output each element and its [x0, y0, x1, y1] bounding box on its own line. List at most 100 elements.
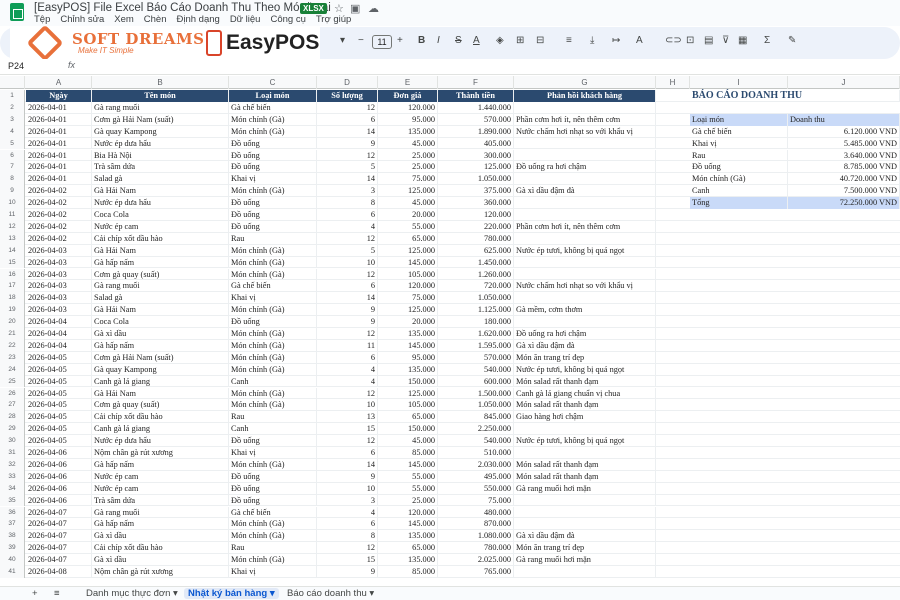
data-cell[interactable]: Đồ uống [229, 435, 317, 447]
data-cell[interactable]: Cơm gà quay (suất) [92, 268, 229, 281]
data-cell[interactable]: Gà chế biến [229, 280, 317, 293]
data-cell[interactable]: 95.000 [378, 113, 438, 126]
report-category[interactable]: Món chính (Gà) [690, 173, 788, 186]
data-cell[interactable]: Gà xì dầu đậm đà [514, 339, 656, 352]
data-cell[interactable]: 120.000 [378, 280, 438, 293]
menu-item[interactable]: Chỉnh sửa [60, 14, 104, 25]
row-number[interactable]: 15 [0, 256, 25, 269]
data-cell[interactable]: Canh [229, 423, 317, 436]
row-number[interactable]: 28 [0, 411, 25, 424]
data-cell[interactable]: 5 [317, 244, 378, 257]
data-cell[interactable]: 145.000 [378, 458, 438, 471]
data-cell[interactable]: 1.620.000 [438, 328, 514, 340]
data-cell[interactable]: Canh [229, 375, 317, 388]
data-cell[interactable]: Nộm chân gà rút xương [92, 447, 229, 459]
data-cell[interactable]: Gà Hải Nam [92, 185, 229, 198]
data-cell[interactable]: 12 [317, 328, 378, 340]
menu-item[interactable]: Định dạng [177, 14, 220, 25]
row-number[interactable]: 16 [0, 268, 25, 281]
data-cell[interactable]: 12 [317, 387, 378, 400]
data-cell[interactable]: 2026-04-02 [26, 185, 92, 198]
data-cell[interactable]: Trà sâm dứa [92, 494, 229, 507]
row-number[interactable]: 38 [0, 530, 25, 543]
column-header-j[interactable]: J [788, 76, 900, 89]
data-cell[interactable]: Gà rang muối [92, 101, 229, 114]
menu-item[interactable]: Công cụ [270, 14, 305, 25]
report-revenue[interactable]: 40.720.000 VND [788, 173, 900, 186]
data-cell[interactable]: Khai vị [229, 292, 317, 305]
report-revenue[interactable]: 5.485.000 VND [788, 137, 900, 150]
data-cell[interactable]: 14 [317, 292, 378, 305]
data-cell[interactable]: Cơm gà Hải Nam (suất) [92, 113, 229, 126]
data-cell[interactable]: Gà quay Kampong [92, 363, 229, 376]
data-cell[interactable]: 12 [317, 435, 378, 447]
row-number[interactable]: 11 [0, 209, 25, 221]
report-total-value[interactable]: 72.250.000 VND [788, 197, 900, 209]
data-cell[interactable]: Rau [229, 411, 317, 424]
column-header-e[interactable]: E [378, 76, 438, 89]
row-number[interactable]: 34 [0, 482, 25, 495]
data-cell[interactable]: 550.000 [438, 482, 514, 495]
text-rotation-icon[interactable]: A [636, 35, 643, 46]
data-cell[interactable]: 55.000 [378, 470, 438, 483]
data-cell[interactable]: Món salad rất thanh đạm [514, 399, 656, 412]
data-cell[interactable]: Gà xì dầu đậm đà [514, 185, 656, 198]
data-cell[interactable]: Nước chấm hơi nhạt so với khẩu vị [514, 125, 656, 138]
data-cell[interactable]: 12 [317, 542, 378, 555]
report-revenue[interactable]: 6.120.000 VND [788, 125, 900, 138]
data-cell[interactable]: Món salad rất thanh đạm [514, 458, 656, 471]
data-cell[interactable]: Nước ép tươi, không bị quá ngọt [514, 363, 656, 376]
column-header-c[interactable]: C [229, 76, 317, 89]
data-cell[interactable]: 1.500.000 [438, 387, 514, 400]
data-cell[interactable]: Nước ép cam [92, 482, 229, 495]
data-cell[interactable]: 1.260.000 [438, 268, 514, 281]
data-cell[interactable] [514, 423, 656, 436]
data-cell[interactable]: 6 [317, 351, 378, 364]
data-cell[interactable]: 480.000 [438, 506, 514, 519]
data-cell[interactable]: 9 [317, 316, 378, 328]
data-cell[interactable]: Món salad rất thanh đạm [514, 470, 656, 483]
row-number[interactable]: 14 [0, 244, 25, 257]
column-header-a[interactable]: A [26, 76, 92, 89]
data-cell[interactable]: Trà sâm dứa [92, 161, 229, 174]
data-cell[interactable]: Nộm chân gà rút xương [92, 566, 229, 578]
row-number[interactable]: 27 [0, 399, 25, 412]
data-cell[interactable]: 125.000 [438, 161, 514, 174]
row-number[interactable]: 7 [0, 161, 25, 174]
data-cell[interactable]: Gà rang muối [92, 506, 229, 519]
data-cell[interactable]: Gà hấp nấm [92, 458, 229, 471]
row-number[interactable]: 40 [0, 554, 25, 566]
report-category[interactable]: Đồ uống [690, 161, 788, 174]
row-number[interactable]: 32 [0, 458, 25, 471]
data-cell[interactable]: 2026-04-08 [26, 566, 92, 578]
column-header-g[interactable]: G [514, 76, 656, 89]
data-cell[interactable]: 2026-04-03 [26, 292, 92, 305]
data-cell[interactable]: 2026-04-02 [26, 232, 92, 245]
data-cell[interactable]: 2026-04-05 [26, 411, 92, 424]
font-size-input[interactable]: 11 [372, 35, 392, 49]
data-cell[interactable]: 135.000 [378, 530, 438, 543]
data-cell[interactable]: Coca Cola [92, 316, 229, 328]
data-cell[interactable]: 2026-04-03 [26, 268, 92, 281]
data-cell[interactable]: 375.000 [438, 185, 514, 198]
data-cell[interactable]: 135.000 [378, 328, 438, 340]
data-cell[interactable]: 870.000 [438, 518, 514, 531]
tab-danh-muc-thuc-don[interactable]: Danh mục thực đơn ▾ [86, 588, 178, 599]
data-cell[interactable]: 2026-04-02 [26, 197, 92, 209]
data-cell[interactable]: 25.000 [378, 161, 438, 174]
data-cell[interactable]: Món chính (Gà) [229, 304, 317, 317]
data-cell[interactable]: Đồ uống ra hơi chậm [514, 161, 656, 174]
data-cell[interactable]: 135.000 [378, 554, 438, 566]
data-cell[interactable]: Gà chế biến [229, 101, 317, 114]
data-cell[interactable]: 2026-04-06 [26, 470, 92, 483]
data-cell[interactable]: Đồ uống [229, 316, 317, 328]
data-cell[interactable]: Món chính (Gà) [229, 530, 317, 543]
report-category[interactable]: Rau [690, 149, 788, 162]
data-cell[interactable]: 105.000 [378, 268, 438, 281]
data-cell[interactable]: 625.000 [438, 244, 514, 257]
menu-item[interactable]: Tệp [34, 14, 50, 25]
data-cell[interactable] [514, 292, 656, 305]
data-cell[interactable]: 145.000 [378, 256, 438, 269]
data-cell[interactable]: Salad gà [92, 173, 229, 186]
data-cell[interactable]: 1.050.000 [438, 292, 514, 305]
